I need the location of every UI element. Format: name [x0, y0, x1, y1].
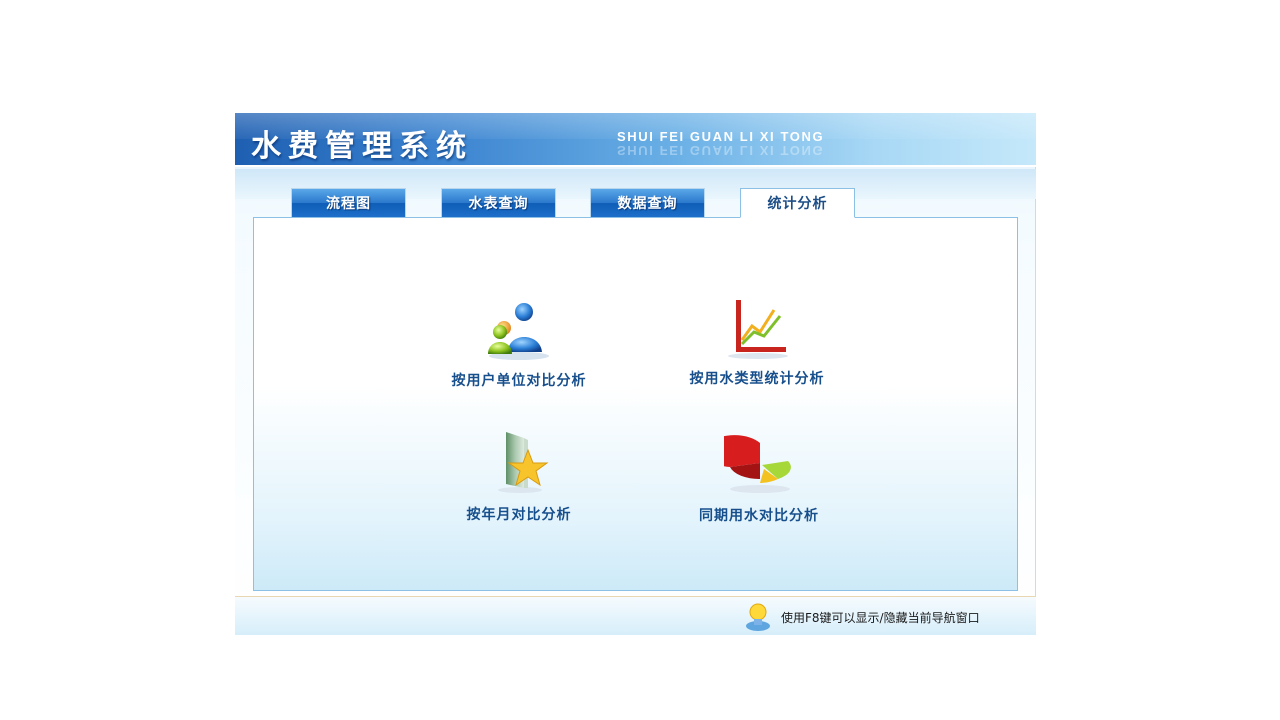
tab-meter-query[interactable]: 水表查询: [441, 188, 556, 217]
tab-statistics[interactable]: 统计分析: [740, 188, 855, 218]
tab-flowchart[interactable]: 流程图: [291, 188, 406, 217]
status-bar: 使用F8键可以显示/隐藏当前导航窗口: [235, 596, 1036, 635]
statistics-panel: 按用户单位对比分析 按用水类型统计分析 按年月对比分析 同期用水对比分析: [253, 217, 1018, 591]
item-label: 按用水类型统计分析: [689, 371, 825, 387]
item-user-unit-comparison[interactable]: 按用户单位对比分析: [419, 298, 619, 390]
item-water-type-statistics[interactable]: 按用水类型统计分析: [657, 296, 857, 388]
header-banner: 水费管理系统 SHUI FEI GUAN LI XI TONG SHUI FEI…: [235, 113, 1036, 167]
lightbulb-icon: [745, 602, 771, 632]
app-subtitle: SHUI FEI GUAN LI XI TONG: [617, 129, 825, 144]
item-label: 按用户单位对比分析: [451, 373, 587, 389]
pie-chart-icon: [704, 433, 794, 497]
users-icon: [484, 298, 554, 362]
app-title: 水费管理系统: [251, 129, 473, 164]
tab-data-query[interactable]: 数据查询: [590, 188, 705, 217]
item-label: 按年月对比分析: [466, 507, 572, 523]
item-label: 同期用水对比分析: [699, 508, 819, 524]
app-window: 水费管理系统 SHUI FEI GUAN LI XI TONG SHUI FEI…: [235, 113, 1036, 635]
item-year-month-comparison[interactable]: 按年月对比分析: [419, 432, 619, 524]
item-same-period-comparison[interactable]: 同期用水对比分析: [659, 433, 859, 525]
status-hint: 使用F8键可以显示/隐藏当前导航窗口: [781, 611, 980, 625]
app-subtitle-reflection: SHUI FEI GUAN LI XI TONG: [617, 143, 825, 158]
star-book-icon: [484, 432, 554, 496]
line-chart-icon: [722, 296, 792, 360]
